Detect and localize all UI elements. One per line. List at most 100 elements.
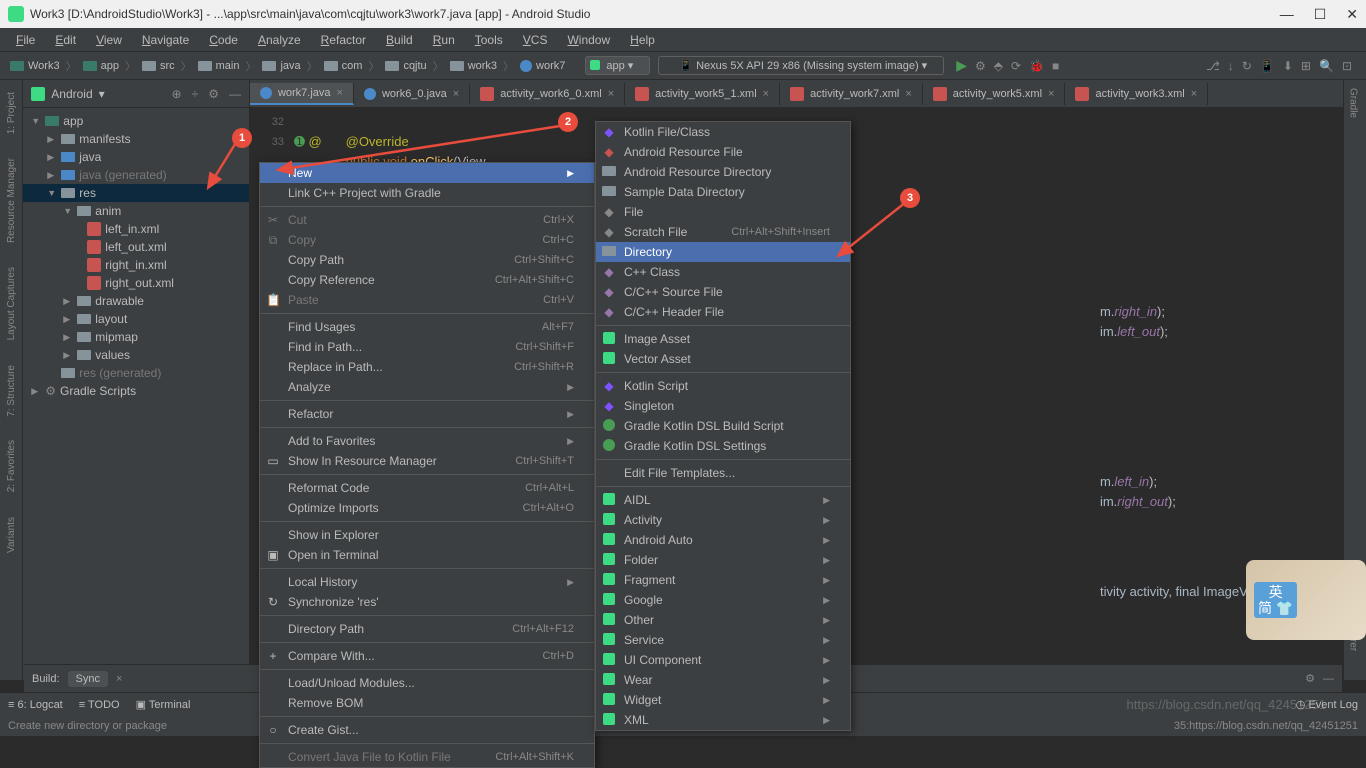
divide-icon[interactable]: ÷ (192, 87, 199, 101)
new-file[interactable]: ◆File (596, 202, 850, 222)
gradle-tab[interactable]: Gradle (1344, 80, 1363, 126)
ctx-find-in-path-[interactable]: Find in Path...Ctrl+Shift+F (260, 337, 594, 357)
tree-gradle[interactable]: ▶⚙Gradle Scripts (23, 382, 249, 400)
project-view-label[interactable]: Android (51, 87, 92, 101)
menu-code[interactable]: Code (201, 31, 246, 49)
search-icon[interactable]: 🔍 (1319, 59, 1334, 73)
sync-tab[interactable]: Sync (68, 671, 108, 687)
attach-icon[interactable]: 🐞 (1029, 59, 1044, 73)
new-xml[interactable]: XML▶ (596, 710, 850, 730)
tree-mipmap[interactable]: ▶mipmap (23, 328, 249, 346)
hide-icon[interactable]: — (229, 87, 241, 101)
hide-build[interactable]: — (1323, 673, 1334, 685)
new-image-asset[interactable]: Image Asset (596, 329, 850, 349)
update-icon[interactable]: ↓ (1228, 59, 1234, 73)
ctx-find-usages[interactable]: Find UsagesAlt+F7 (260, 317, 594, 337)
terminal-tab[interactable]: ▣ Terminal (136, 698, 191, 711)
commit-icon[interactable]: ↻ (1242, 59, 1252, 73)
ctx-directory-path[interactable]: Directory PathCtrl+Alt+F12 (260, 619, 594, 639)
tree-right-in[interactable]: right_in.xml (23, 256, 249, 274)
ctx-refactor[interactable]: Refactor▶ (260, 404, 594, 424)
assistant-widget[interactable]: 英简 👕 (1246, 560, 1366, 640)
new-gradle-kotlin-dsl-settings[interactable]: Gradle Kotlin DSL Settings (596, 436, 850, 456)
breadcrumb-main[interactable]: main (194, 58, 244, 74)
tab-work7.java[interactable]: work7.java× (250, 83, 354, 105)
ctx-add-to-favorites[interactable]: Add to Favorites▶ (260, 431, 594, 451)
close-sync[interactable]: × (116, 673, 122, 685)
breadcrumb-cqjtu[interactable]: cqjtu (381, 58, 430, 74)
tab-activity_work5.xml[interactable]: activity_work5.xml× (923, 83, 1066, 105)
new-gradle-kotlin-dsl-build-script[interactable]: Gradle Kotlin DSL Build Script (596, 416, 850, 436)
ctx-open-in-terminal[interactable]: ▣Open in Terminal (260, 545, 594, 565)
tab-activity_work7.xml[interactable]: activity_work7.xml× (780, 83, 923, 105)
new-android-resource-directory[interactable]: Android Resource Directory (596, 162, 850, 182)
structure-icon[interactable]: ⊞ (1301, 59, 1311, 73)
ctx-optimize-imports[interactable]: Optimize ImportsCtrl+Alt+O (260, 498, 594, 518)
ctx-synchronize-res-[interactable]: ↻Synchronize 'res' (260, 592, 594, 612)
new-google[interactable]: Google▶ (596, 590, 850, 610)
new-scratch-file[interactable]: ◆Scratch FileCtrl+Alt+Shift+Insert (596, 222, 850, 242)
new-directory[interactable]: Directory (596, 242, 850, 262)
variants-tab[interactable]: Variants (6, 513, 17, 557)
new-kotlin-script[interactable]: ◆Kotlin Script (596, 376, 850, 396)
menu-run[interactable]: Run (425, 31, 463, 49)
tree-res-gen[interactable]: res (generated) (23, 364, 249, 382)
menu-view[interactable]: View (88, 31, 130, 49)
new-fragment[interactable]: Fragment▶ (596, 570, 850, 590)
breadcrumb-Work3[interactable]: Work3 (6, 58, 64, 74)
run-icon[interactable]: ▶ (956, 57, 967, 74)
tree-values[interactable]: ▶values (23, 346, 249, 364)
new-c-c-header-file[interactable]: ◆C/C++ Header File (596, 302, 850, 322)
ctx-local-history[interactable]: Local History▶ (260, 572, 594, 592)
menu-refactor[interactable]: Refactor (313, 31, 374, 49)
ctx-replace-in-path-[interactable]: Replace in Path...Ctrl+Shift+R (260, 357, 594, 377)
maximize-button[interactable]: ☐ (1314, 6, 1327, 23)
vcs-icon[interactable]: ⎇ (1206, 59, 1220, 73)
new-ui-component[interactable]: UI Component▶ (596, 650, 850, 670)
menu-icon[interactable]: ⊡ (1342, 59, 1352, 73)
tab-activity_work6_0.xml[interactable]: activity_work6_0.xml× (470, 83, 625, 105)
tree-res[interactable]: ▼res (23, 184, 249, 202)
close-button[interactable]: ✕ (1346, 6, 1358, 23)
tab-activity_work5_1.xml[interactable]: activity_work5_1.xml× (625, 83, 780, 105)
menu-navigate[interactable]: Navigate (134, 31, 197, 49)
layout-captures-tab[interactable]: Layout Captures (6, 263, 17, 344)
tree-anim[interactable]: ▼anim (23, 202, 249, 220)
project-tab[interactable]: 1: Project (6, 88, 17, 138)
structure-tab[interactable]: 7: Structure (6, 361, 17, 421)
menu-file[interactable]: File (8, 31, 43, 49)
new-wear[interactable]: Wear▶ (596, 670, 850, 690)
debug-icon[interactable]: ⚙ (975, 59, 986, 73)
profile-icon[interactable]: ⬘ (994, 59, 1003, 73)
ctx-analyze[interactable]: Analyze▶ (260, 377, 594, 397)
device-dropdown[interactable]: 📱 Nexus 5X API 29 x86 (Missing system im… (658, 56, 944, 75)
new-edit-file-templates-[interactable]: Edit File Templates... (596, 463, 850, 483)
tree-manifests[interactable]: ▶manifests (23, 130, 249, 148)
ctx-new[interactable]: New▶ (260, 163, 594, 183)
gear-icon[interactable]: ⚙ (208, 87, 219, 101)
ctx-reformat-code[interactable]: Reformat CodeCtrl+Alt+L (260, 478, 594, 498)
breadcrumb-app[interactable]: app (79, 58, 123, 74)
tree-drawable[interactable]: ▶drawable (23, 292, 249, 310)
todo-tab[interactable]: ≡ TODO (79, 699, 120, 711)
tree-layout[interactable]: ▶layout (23, 310, 249, 328)
tree-java[interactable]: ▶java (23, 148, 249, 166)
new-c-class[interactable]: ◆C++ Class (596, 262, 850, 282)
run-config-dropdown[interactable]: app ▾ (585, 56, 650, 75)
breadcrumb-work7[interactable]: work7 (516, 58, 569, 74)
ctx-copy-path[interactable]: Copy PathCtrl+Shift+C (260, 250, 594, 270)
gear-icon[interactable]: ⚙ (1305, 672, 1315, 685)
sdk-icon[interactable]: ⬇ (1283, 59, 1293, 73)
new-folder[interactable]: Folder▶ (596, 550, 850, 570)
ctx-paste[interactable]: 📋PasteCtrl+V (260, 290, 594, 310)
collapse-icon[interactable]: ⊕ (172, 87, 182, 101)
ctx-compare-with-[interactable]: +Compare With...Ctrl+D (260, 646, 594, 666)
tree-app[interactable]: ▼app (23, 112, 249, 130)
menu-help[interactable]: Help (622, 31, 663, 49)
logcat-tab[interactable]: ≡ 6: Logcat (8, 699, 63, 711)
new-widget[interactable]: Widget▶ (596, 690, 850, 710)
ctx-convert-java-file-to-kotlin-file[interactable]: Convert Java File to Kotlin FileCtrl+Alt… (260, 747, 594, 767)
ctx-copy-reference[interactable]: Copy ReferenceCtrl+Alt+Shift+C (260, 270, 594, 290)
menu-edit[interactable]: Edit (47, 31, 84, 49)
coverage-icon[interactable]: ⟳ (1011, 59, 1021, 73)
